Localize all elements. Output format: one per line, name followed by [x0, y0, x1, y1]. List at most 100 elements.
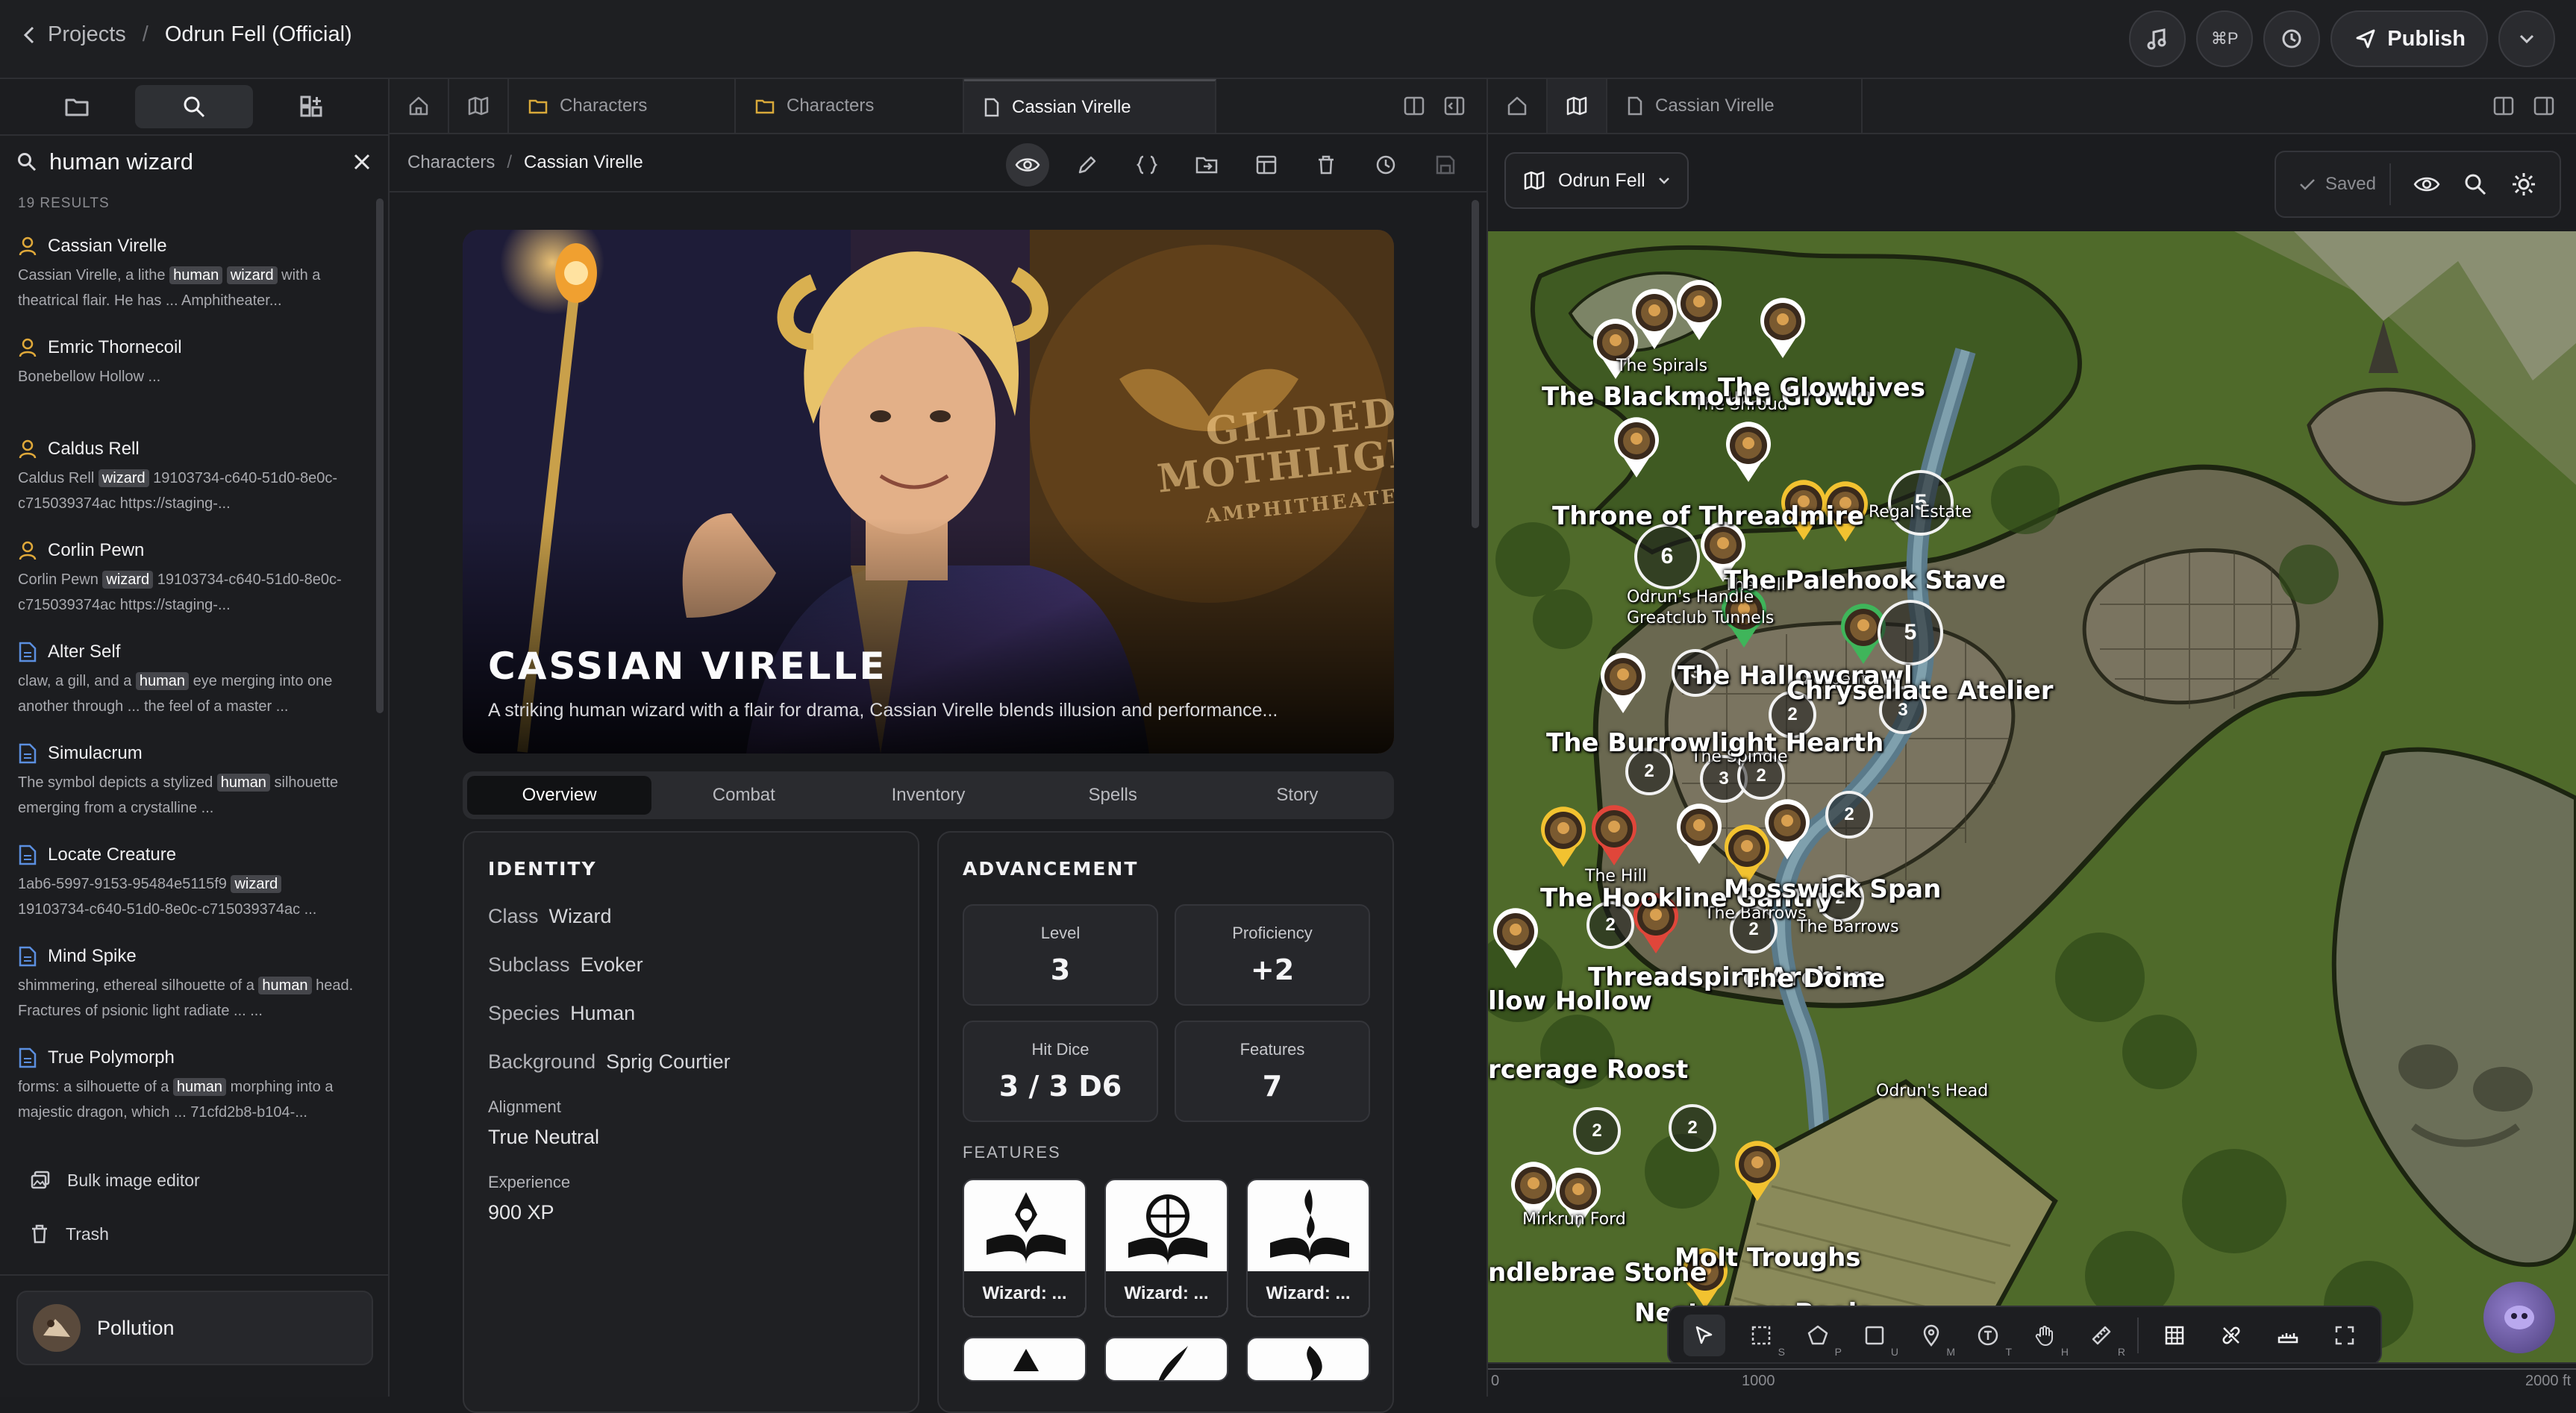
marker-cluster[interactable]: 2 [1573, 1107, 1621, 1155]
select-tool[interactable] [1684, 1315, 1725, 1356]
rectangle-tool[interactable]: U [1854, 1315, 1898, 1358]
pin-tool[interactable]: M [1910, 1315, 1955, 1358]
search-result-item[interactable]: Simulacrum The symbol depicts a stylized … [0, 733, 375, 834]
split-view-icon[interactable] [2492, 95, 2515, 116]
feature-card[interactable] [1104, 1337, 1228, 1382]
trash-button[interactable]: Trash [0, 1207, 390, 1261]
tab-characters-2[interactable]: Characters [736, 79, 964, 133]
search-result-item[interactable]: Corlin Pewn Corlin Pewn wizard 19103734-c… [0, 530, 375, 631]
map-label-small[interactable]: Regal Estate [1869, 503, 1972, 521]
split-view-icon[interactable] [1403, 95, 1425, 116]
map-label-small[interactable]: Greatclub Tunnels [1627, 609, 1774, 627]
publish-button[interactable]: Publish [2330, 10, 2488, 67]
map-label-large[interactable]: Mosswick Span [1724, 874, 1941, 904]
map-pin-icon[interactable] [1675, 279, 1724, 342]
feature-card[interactable] [1246, 1337, 1370, 1382]
search-result-item[interactable]: Locate Creature 1ab6-5997-9153-95484e5115… [0, 834, 375, 936]
search-result-item[interactable]: Caldus Rell Caldus Rell wizard 19103734-c… [0, 428, 375, 530]
grid-toggle[interactable] [2154, 1315, 2195, 1356]
tab-cassian-virelle-map[interactable]: Cassian Virelle [1607, 79, 1863, 133]
history-button[interactable] [2263, 10, 2321, 67]
map-pin-icon[interactable] [1733, 1140, 1782, 1203]
search-result-item[interactable]: Alter Self claw, a gill, and a human eye … [0, 631, 375, 733]
feature-card[interactable]: Wizard: ... [1104, 1179, 1228, 1318]
feature-card[interactable]: Wizard: ... [963, 1179, 1087, 1318]
home-tab[interactable] [390, 79, 449, 133]
map-tab[interactable] [1548, 79, 1607, 133]
sidebar-scrollbar[interactable] [376, 198, 384, 713]
tab-inventory[interactable]: Inventory [836, 776, 1020, 815]
search-icon[interactable] [2463, 172, 2488, 197]
map-label-large[interactable]: ndlebrae Stone [1488, 1258, 1707, 1288]
move-button[interactable] [1185, 143, 1228, 187]
feature-card[interactable] [963, 1337, 1087, 1382]
marquee-tool[interactable]: S [1740, 1315, 1785, 1358]
map-label-small[interactable]: Odrun's Head [1876, 1082, 1988, 1100]
document-scrollbar[interactable] [1472, 200, 1479, 528]
map-pin-icon[interactable] [1598, 652, 1648, 715]
map-pin-icon[interactable] [1589, 804, 1639, 867]
map-pin-icon[interactable] [1724, 421, 1773, 483]
eye-icon[interactable] [2413, 175, 2440, 194]
tab-cassian-virelle[interactable]: Cassian Virelle [964, 79, 1216, 133]
map-label-large[interactable]: The Palehook Stave [1724, 565, 2006, 595]
map-pin-icon[interactable] [1491, 907, 1540, 970]
breadcrumb-parent[interactable]: Characters [407, 152, 495, 173]
tab-story[interactable]: Story [1205, 776, 1389, 815]
search-result-item[interactable]: Mind Spike shimmering, ethereal silhouett… [0, 936, 375, 1037]
map-pin-icon[interactable] [1539, 806, 1588, 868]
delete-button[interactable] [1304, 143, 1348, 187]
map-tab[interactable] [449, 79, 509, 133]
save-button[interactable] [1424, 143, 1467, 187]
map-selector[interactable]: Odrun Fell [1504, 152, 1689, 209]
tab-spells[interactable]: Spells [1021, 776, 1205, 815]
polygon-tool[interactable]: P [1797, 1315, 1842, 1358]
home-tab[interactable] [1488, 79, 1548, 133]
map-label-large[interactable]: llow Hollow [1488, 986, 1652, 1016]
search-result-item[interactable]: Cassian Virelle Cassian Virelle, a lithe … [0, 225, 375, 327]
scale-toggle[interactable] [2267, 1315, 2309, 1356]
map-label-large[interactable]: The Glowhives [1718, 373, 1925, 403]
projects-link[interactable]: Projects [48, 22, 126, 47]
template-button[interactable] [1245, 143, 1288, 187]
map-pin-icon[interactable] [1612, 416, 1661, 479]
edit-button[interactable] [1066, 143, 1109, 187]
sidebar-tab-components[interactable] [253, 85, 370, 128]
map-canvas[interactable]: 6 5 5 3 3 2 2 3 2 2 2 2 2 2 2 The Spirals The Shroud Rega… [1488, 231, 2576, 1365]
search-result-item[interactable]: True Polymorph forms: a silhouette of a h… [0, 1037, 375, 1138]
workspace-switcher[interactable]: Pollution [16, 1291, 373, 1365]
sidebar-tab-files[interactable] [18, 85, 135, 128]
map-label-small[interactable]: The Spirals [1616, 357, 1707, 375]
marker-cluster[interactable]: 6 [1634, 524, 1700, 589]
map-label-large[interactable]: Throne of Threadmire [1552, 501, 1864, 531]
history-button[interactable] [1364, 143, 1407, 187]
gear-icon[interactable] [2510, 171, 2537, 198]
sidebar-tab-search[interactable] [135, 85, 253, 128]
feature-card[interactable]: Wizard: ... [1246, 1179, 1370, 1318]
chevron-left-icon[interactable] [22, 25, 36, 45]
map-pin-icon[interactable] [1630, 288, 1679, 351]
fullscreen-button[interactable] [2324, 1315, 2366, 1356]
snap-toggle[interactable] [2210, 1315, 2252, 1356]
tab-combat[interactable]: Combat [651, 776, 836, 815]
map-label-large[interactable]: The Burrowlight Hearth [1546, 728, 1883, 758]
command-palette-button[interactable]: ⌘P [2196, 10, 2254, 67]
map-label-large[interactable]: Chrysellate Atelier [1786, 676, 2054, 706]
tab-characters-1[interactable]: Characters [509, 79, 736, 133]
pan-tool[interactable]: H [2024, 1315, 2069, 1358]
map-pin-icon[interactable] [1675, 803, 1724, 865]
collapse-panel-icon[interactable] [1443, 95, 1466, 116]
map-label-large[interactable]: rcerage Roost [1488, 1055, 1688, 1085]
search-result-item[interactable]: Emric Thornecoil Bonebellow Hollow ... [0, 327, 375, 428]
tab-overview[interactable]: Overview [467, 776, 652, 815]
search-input[interactable]: human wizard [49, 148, 340, 175]
marker-cluster[interactable]: 2 [1825, 791, 1873, 839]
map-pin-icon[interactable] [1758, 297, 1807, 360]
text-tool[interactable]: T [1967, 1315, 2012, 1358]
marker-cluster[interactable]: 2 [1669, 1104, 1716, 1152]
close-icon[interactable] [352, 152, 372, 172]
map-label-small[interactable]: Mirkrun Ford [1522, 1210, 1626, 1229]
bulk-image-editor-button[interactable]: Bulk image editor [0, 1153, 390, 1207]
assistant-bubble[interactable] [2483, 1282, 2555, 1353]
json-button[interactable] [1125, 143, 1169, 187]
